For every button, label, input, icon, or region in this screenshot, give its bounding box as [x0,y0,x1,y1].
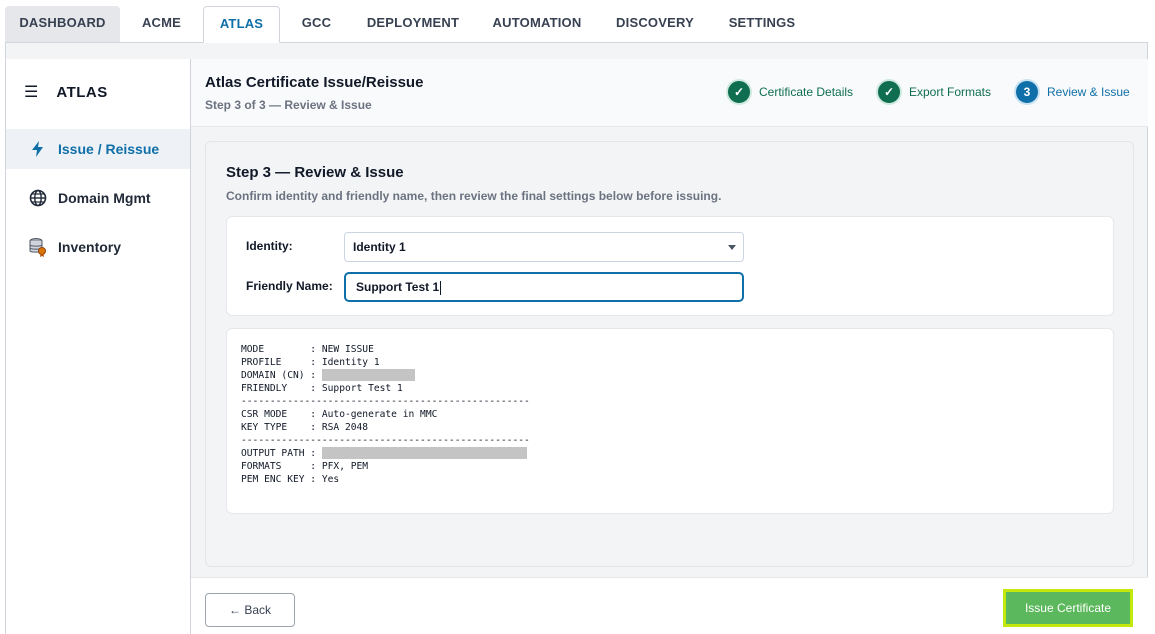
top-tab-bar: DASHBOARD ACME ATLAS GCC DEPLOYMENT AUTO… [0,0,1155,43]
summary-pem-enc-key: PEM ENC KEY : Yes [241,474,340,485]
step-label: Review & Issue [1047,85,1130,99]
stepper-step-review-issue: 3 Review & Issue [1016,80,1130,104]
summary-output-path: OUTPUT PATH : [241,448,322,459]
page-title: Atlas Certificate Issue/Reissue [205,74,424,91]
database-certificate-icon [28,237,48,257]
page-subtitle: Step 3 of 3 — Review & Issue [205,98,372,112]
chevron-down-icon [728,245,736,250]
sidebar-item-label: Inventory [58,239,122,255]
globe-icon [28,188,48,208]
summary-formats: FORMATS : PFX, PEM [241,461,369,472]
step-number: 3 [1016,81,1038,103]
summary-separator: ----------------------------------------… [241,396,530,407]
hamburger-icon[interactable]: ☰ [24,82,38,102]
content-area: Atlas Certificate Issue/Reissue Step 3 o… [190,59,1148,634]
summary-mode: MODE : NEW ISSUE [241,344,374,355]
redacted-domain [321,369,415,381]
text-cursor [440,280,442,295]
stepper-step-export-formats: ✓ Export Formats [878,80,991,104]
sidebar-item-issue-reissue[interactable]: Issue / Reissue [6,129,190,169]
identity-form: Identity: Identity 1 Friendly Name: Supp… [226,216,1114,316]
redacted-output-path [321,447,527,459]
card-description: Confirm identity and friendly name, then… [226,189,722,203]
step-label: Export Formats [909,85,992,99]
friendly-name-label: Friendly Name: [246,279,333,293]
back-button[interactable]: ← Back [205,593,295,627]
footer-bar: ← Back Issue Certificate [191,577,1148,634]
identity-select-value: Identity 1 [353,240,406,254]
summary-csr-mode: CSR MODE : Auto-generate in MMC [241,409,438,420]
issue-certificate-button[interactable]: Issue Certificate [1003,589,1133,627]
summary-domain: DOMAIN (CN) : [241,370,322,381]
friendly-name-value: Support Test 1 [356,280,440,294]
main-frame: ☰ ATLAS Issue / Reissue Domain Mgmt Inve… [5,42,1148,634]
sidebar-item-inventory[interactable]: Inventory [6,227,190,267]
page-header: Atlas Certificate Issue/Reissue Step 3 o… [191,59,1148,127]
sidebar: ☰ ATLAS Issue / Reissue Domain Mgmt Inve… [6,59,190,634]
check-icon: ✓ [878,81,900,103]
sidebar-item-label: Issue / Reissue [58,141,160,157]
card-title: Step 3 — Review & Issue [226,164,404,181]
tab-dashboard[interactable]: DASHBOARD [5,6,120,42]
tab-discovery[interactable]: DISCOVERY [601,6,709,42]
check-icon: ✓ [728,81,750,103]
step-label: Certificate Details [759,85,854,99]
tab-atlas[interactable]: ATLAS [203,6,280,43]
sidebar-header: ☰ ATLAS [24,81,108,103]
sidebar-item-label: Domain Mgmt [58,190,151,206]
lightning-icon [28,139,48,159]
identity-label: Identity: [246,239,293,253]
summary-separator: ----------------------------------------… [241,435,530,446]
tab-gcc[interactable]: GCC [280,6,353,42]
stepper-step-certificate-details: ✓ Certificate Details [728,80,853,104]
tab-automation[interactable]: AUTOMATION [473,6,601,42]
tab-settings[interactable]: SETTINGS [709,6,815,42]
sidebar-item-domain-mgmt[interactable]: Domain Mgmt [6,178,190,218]
summary-friendly: FRIENDLY : Support Test 1 [241,383,403,394]
summary-panel: MODE : NEW ISSUE PROFILE : Identity 1 DO… [226,328,1114,514]
identity-select[interactable]: Identity 1 [344,232,744,262]
review-card: Step 3 — Review & Issue Confirm identity… [205,141,1134,567]
summary-key-type: KEY TYPE : RSA 2048 [241,422,369,433]
tab-deployment[interactable]: DEPLOYMENT [353,6,473,42]
friendly-name-input[interactable]: Support Test 1 [344,272,744,302]
sidebar-title: ATLAS [56,83,108,101]
summary-profile: PROFILE : Identity 1 [241,357,380,368]
summary-text: MODE : NEW ISSUE PROFILE : Identity 1 DO… [241,343,1113,486]
tab-acme[interactable]: ACME [120,6,203,42]
